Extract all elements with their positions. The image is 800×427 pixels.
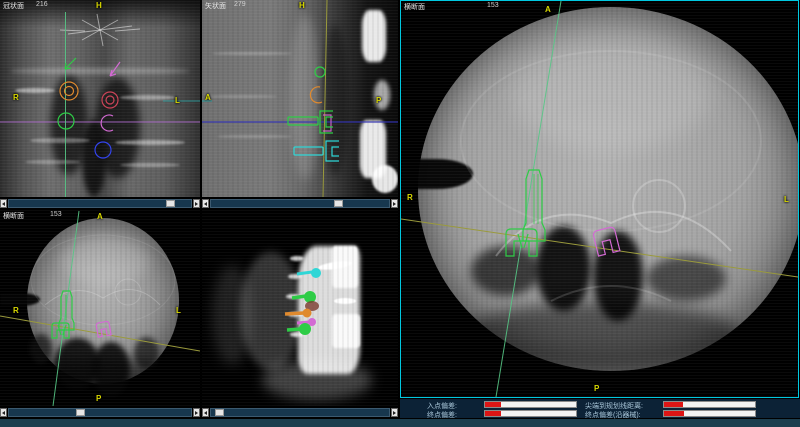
slice-number: 216 bbox=[36, 1, 48, 11]
metric-fill bbox=[485, 402, 501, 407]
scroll-left-button[interactable] bbox=[0, 408, 7, 417]
scroll-right-button[interactable] bbox=[193, 199, 200, 208]
slice-scrollbar-coronal[interactable] bbox=[0, 198, 200, 209]
volume-rendering bbox=[202, 210, 398, 406]
orientation-marker-top: A bbox=[97, 212, 103, 221]
viewport-coronal[interactable]: 冠状面 216 H R L bbox=[0, 0, 200, 197]
scroll-left-button[interactable] bbox=[202, 408, 209, 417]
slice-number: 153 bbox=[50, 211, 62, 221]
scroll-thumb[interactable] bbox=[215, 409, 224, 416]
slice-scrollbar-sagittal[interactable] bbox=[202, 198, 398, 209]
metric-bar-end bbox=[484, 410, 577, 417]
scroll-left-button[interactable] bbox=[202, 199, 209, 208]
metric-fill bbox=[664, 402, 683, 407]
orientation-marker-right: L bbox=[176, 306, 181, 315]
orientation-marker-left: R bbox=[13, 93, 19, 102]
scroll-track[interactable] bbox=[210, 199, 390, 208]
orientation-marker-top: H bbox=[299, 1, 305, 10]
metric-bar-end-instrument bbox=[663, 410, 756, 417]
orientation-marker-bottom: P bbox=[96, 394, 101, 403]
slice-number: 279 bbox=[234, 1, 246, 11]
scroll-track[interactable] bbox=[8, 199, 192, 208]
metric-bar-entry bbox=[484, 401, 577, 408]
viewport-sagittal[interactable]: 矢状面 279 H A P bbox=[202, 0, 398, 197]
metric-label-end-instrument: 终点偏差(沿器械): bbox=[585, 410, 641, 420]
slice-scrollbar-3d[interactable] bbox=[202, 407, 398, 418]
app-window: 冠状面 216 H R L bbox=[0, 0, 800, 427]
orientation-marker-right: P bbox=[376, 96, 381, 105]
slice-number: 153 bbox=[487, 2, 499, 12]
metric-bar-tip-distance bbox=[663, 401, 756, 408]
slice-scrollbar-axial[interactable] bbox=[0, 407, 200, 418]
viewport-axial-large[interactable]: 横断面 153 A R L P bbox=[400, 0, 799, 398]
metric-fill bbox=[485, 411, 501, 416]
scroll-track[interactable] bbox=[210, 408, 390, 417]
ct-image-sagittal bbox=[202, 0, 398, 197]
view-label: 横断面 bbox=[3, 211, 24, 221]
view-label: 冠状面 bbox=[3, 1, 24, 11]
orientation-marker-right: L bbox=[784, 195, 789, 204]
deviation-metrics: 入点偏差: 尖端到规划线距离: 终点偏差: 终点偏差(沿器械): bbox=[400, 399, 800, 418]
metric-fill bbox=[664, 411, 684, 416]
scroll-left-button[interactable] bbox=[0, 199, 7, 208]
orientation-marker-left: R bbox=[13, 306, 19, 315]
viewport-3d[interactable] bbox=[202, 210, 398, 406]
orientation-marker-bottom: P bbox=[594, 384, 599, 393]
orientation-marker-top: H bbox=[96, 1, 102, 10]
orientation-marker-left: A bbox=[205, 93, 211, 102]
orientation-marker-right: L bbox=[175, 96, 180, 105]
view-label: 矢状面 bbox=[205, 1, 226, 11]
bottom-status-strip bbox=[0, 419, 800, 427]
scroll-right-button[interactable] bbox=[193, 408, 200, 417]
metric-label-end: 终点偏差: bbox=[427, 410, 457, 420]
orientation-marker-top: A bbox=[545, 5, 551, 14]
ct-image-axial bbox=[0, 210, 200, 406]
view-label: 横断面 bbox=[404, 2, 425, 12]
orientation-marker-left: R bbox=[407, 193, 413, 202]
scroll-right-button[interactable] bbox=[391, 199, 398, 208]
ct-image-axial-large bbox=[401, 1, 798, 397]
ct-image-coronal bbox=[0, 0, 200, 197]
scroll-thumb[interactable] bbox=[166, 200, 175, 207]
viewport-axial[interactable]: 横断面 153 A R L P bbox=[0, 210, 200, 406]
scroll-right-button[interactable] bbox=[391, 408, 398, 417]
scroll-thumb[interactable] bbox=[334, 200, 343, 207]
scroll-thumb[interactable] bbox=[76, 409, 85, 416]
scroll-track[interactable] bbox=[8, 408, 192, 417]
